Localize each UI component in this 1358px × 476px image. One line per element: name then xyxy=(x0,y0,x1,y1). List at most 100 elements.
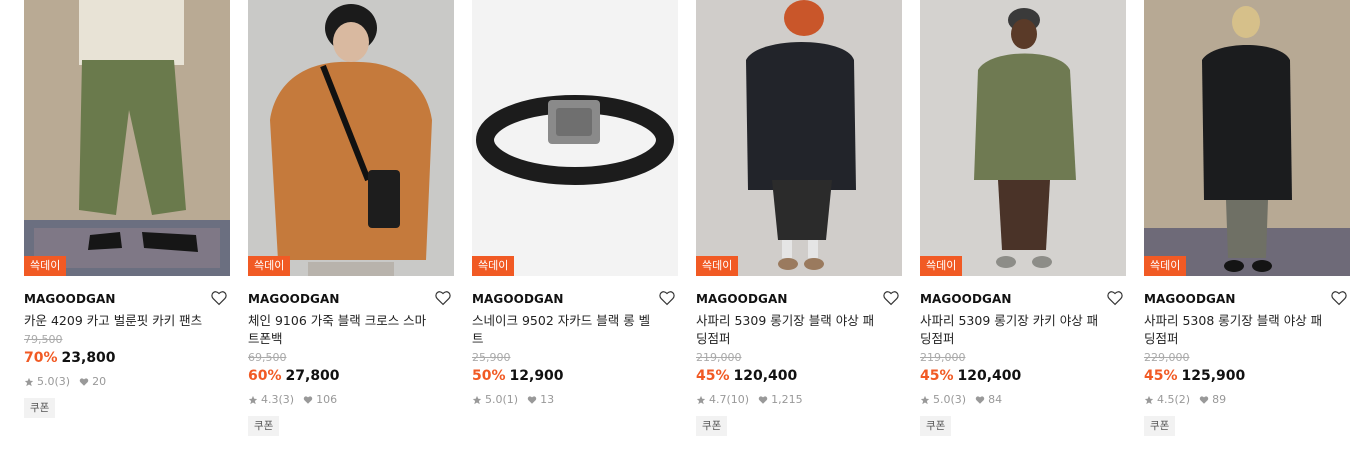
review-meta: 5.0 (3) 84 xyxy=(920,392,1126,408)
sale-badge: 쓱데이 xyxy=(696,256,739,276)
price-row: 45% 120,400 xyxy=(920,366,1126,386)
original-price: 69,500 xyxy=(248,351,287,364)
price-row: 60% 27,800 xyxy=(248,366,454,386)
product-image[interactable]: 쓱데이 xyxy=(24,0,230,276)
like-count: 13 xyxy=(540,393,555,406)
product-title[interactable]: 사파리 5308 롱기장 블랙 야상 패딩점퍼 xyxy=(1144,312,1350,348)
coupon-tag: 쿠폰 xyxy=(1144,416,1176,436)
product-title[interactable]: 체인 9106 가죽 블랙 크로스 스마트폰백 xyxy=(248,312,454,348)
like-heart-icon[interactable] xyxy=(434,289,454,309)
brand-name[interactable]: MAGOODGAN xyxy=(248,290,454,308)
like-count: 1,215 xyxy=(771,393,803,406)
sale-price: 27,800 xyxy=(285,368,340,384)
coupon-tag: 쿠폰 xyxy=(696,416,728,436)
product-image[interactable]: 쓱데이 xyxy=(920,0,1126,276)
sale-badge: 쓱데이 xyxy=(920,256,963,276)
review-meta: 4.7 (10) 1,215 xyxy=(696,392,902,408)
rating-value: 5.0 xyxy=(485,393,503,406)
like-heart-icon[interactable] xyxy=(1106,289,1126,309)
star-icon xyxy=(472,395,482,405)
like-count: 106 xyxy=(316,393,338,406)
product-card[interactable]: 쓱데이 MAGOODGAN 사파리 5309 롱기장 블랙 야상 패딩점퍼 21… xyxy=(696,0,902,436)
like-heart-icon[interactable] xyxy=(882,289,902,309)
original-price: 79,500 xyxy=(24,333,63,346)
price-row: 50% 12,900 xyxy=(472,366,678,386)
review-count: (2) xyxy=(1174,393,1191,406)
heart-count-icon xyxy=(527,395,537,405)
review-meta: 5.0 (3) 20 xyxy=(24,374,230,390)
product-card[interactable]: 쓱데이 MAGOODGAN 사파리 5309 롱기장 카키 야상 패딩점퍼 21… xyxy=(920,0,1126,436)
like-count: 89 xyxy=(1212,393,1227,406)
discount-rate: 50% xyxy=(472,368,506,384)
coupon-tag: 쿠폰 xyxy=(920,416,952,436)
review-count: (3) xyxy=(54,375,71,388)
like-heart-icon[interactable] xyxy=(210,289,230,309)
price-row: 45% 125,900 xyxy=(1144,366,1350,386)
sale-badge: 쓱데이 xyxy=(1144,256,1187,276)
product-card[interactable]: 쓱데이 MAGOODGAN 체인 9106 가죽 블랙 크로스 스마트폰백 69… xyxy=(248,0,454,436)
discount-rate: 45% xyxy=(1144,368,1178,384)
product-image[interactable]: 쓱데이 xyxy=(696,0,902,276)
rating-value: 4.3 xyxy=(261,393,279,406)
sale-price: 12,900 xyxy=(509,368,564,384)
brand-name[interactable]: MAGOODGAN xyxy=(920,290,1126,308)
review-count: (3) xyxy=(278,393,295,406)
heart-count-icon xyxy=(1199,395,1209,405)
heart-count-icon xyxy=(758,395,768,405)
star-icon xyxy=(696,395,706,405)
heart-count-icon xyxy=(975,395,985,405)
product-card[interactable]: 쓱데이 MAGOODGAN 카운 4209 카고 벌룬핏 카키 팬츠 79,50… xyxy=(24,0,230,418)
sale-badge: 쓱데이 xyxy=(472,256,515,276)
star-icon xyxy=(1144,395,1154,405)
like-count: 84 xyxy=(988,393,1003,406)
review-count: (3) xyxy=(950,393,967,406)
rating-value: 5.0 xyxy=(37,375,55,388)
product-card[interactable]: 쓱데이 MAGOODGAN 스네이크 9502 자카드 블랙 롱 벨트 25,9… xyxy=(472,0,678,408)
star-icon xyxy=(24,377,34,387)
product-card[interactable]: 쓱데이 MAGOODGAN 사파리 5308 롱기장 블랙 야상 패딩점퍼 22… xyxy=(1144,0,1350,436)
sale-price: 120,400 xyxy=(733,368,798,384)
heart-count-icon xyxy=(303,395,313,405)
sale-badge: 쓱데이 xyxy=(24,256,67,276)
product-image[interactable]: 쓱데이 xyxy=(472,0,678,276)
review-count: (1) xyxy=(502,393,519,406)
rating-value: 4.7 xyxy=(709,393,727,406)
original-price: 25,900 xyxy=(472,351,511,364)
brand-name[interactable]: MAGOODGAN xyxy=(472,290,678,308)
brand-name[interactable]: MAGOODGAN xyxy=(24,290,230,308)
review-meta: 4.5 (2) 89 xyxy=(1144,392,1350,408)
original-price: 219,000 xyxy=(696,351,742,364)
coupon-tag: 쿠폰 xyxy=(248,416,280,436)
product-title[interactable]: 사파리 5309 롱기장 카키 야상 패딩점퍼 xyxy=(920,312,1126,348)
sale-price: 23,800 xyxy=(61,350,116,366)
star-icon xyxy=(248,395,258,405)
product-image[interactable]: 쓱데이 xyxy=(248,0,454,276)
brand-name[interactable]: MAGOODGAN xyxy=(1144,290,1350,308)
product-title[interactable]: 스네이크 9502 자카드 블랙 롱 벨트 xyxy=(472,312,678,348)
product-title[interactable]: 카운 4209 카고 벌룬핏 카키 팬츠 xyxy=(24,312,230,330)
like-heart-icon[interactable] xyxy=(658,289,678,309)
sale-price: 120,400 xyxy=(957,368,1022,384)
review-count: (10) xyxy=(726,393,750,406)
discount-rate: 45% xyxy=(696,368,730,384)
like-heart-icon[interactable] xyxy=(1330,289,1350,309)
brand-name[interactable]: MAGOODGAN xyxy=(696,290,902,308)
like-count: 20 xyxy=(92,375,107,388)
price-row: 70% 23,800 xyxy=(24,348,230,368)
rating-value: 4.5 xyxy=(1157,393,1175,406)
discount-rate: 60% xyxy=(248,368,282,384)
coupon-tag: 쿠폰 xyxy=(24,398,56,418)
sale-badge: 쓱데이 xyxy=(248,256,291,276)
discount-rate: 70% xyxy=(24,350,58,366)
review-meta: 5.0 (1) 13 xyxy=(472,392,678,408)
product-image[interactable]: 쓱데이 xyxy=(1144,0,1350,276)
price-row: 45% 120,400 xyxy=(696,366,902,386)
discount-rate: 45% xyxy=(920,368,954,384)
product-grid: 쓱데이 MAGOODGAN 카운 4209 카고 벌룬핏 카키 팬츠 79,50… xyxy=(0,0,1358,476)
heart-count-icon xyxy=(79,377,89,387)
product-title[interactable]: 사파리 5309 롱기장 블랙 야상 패딩점퍼 xyxy=(696,312,902,348)
star-icon xyxy=(920,395,930,405)
sale-price: 125,900 xyxy=(1181,368,1246,384)
review-meta: 4.3 (3) 106 xyxy=(248,392,454,408)
rating-value: 5.0 xyxy=(933,393,951,406)
